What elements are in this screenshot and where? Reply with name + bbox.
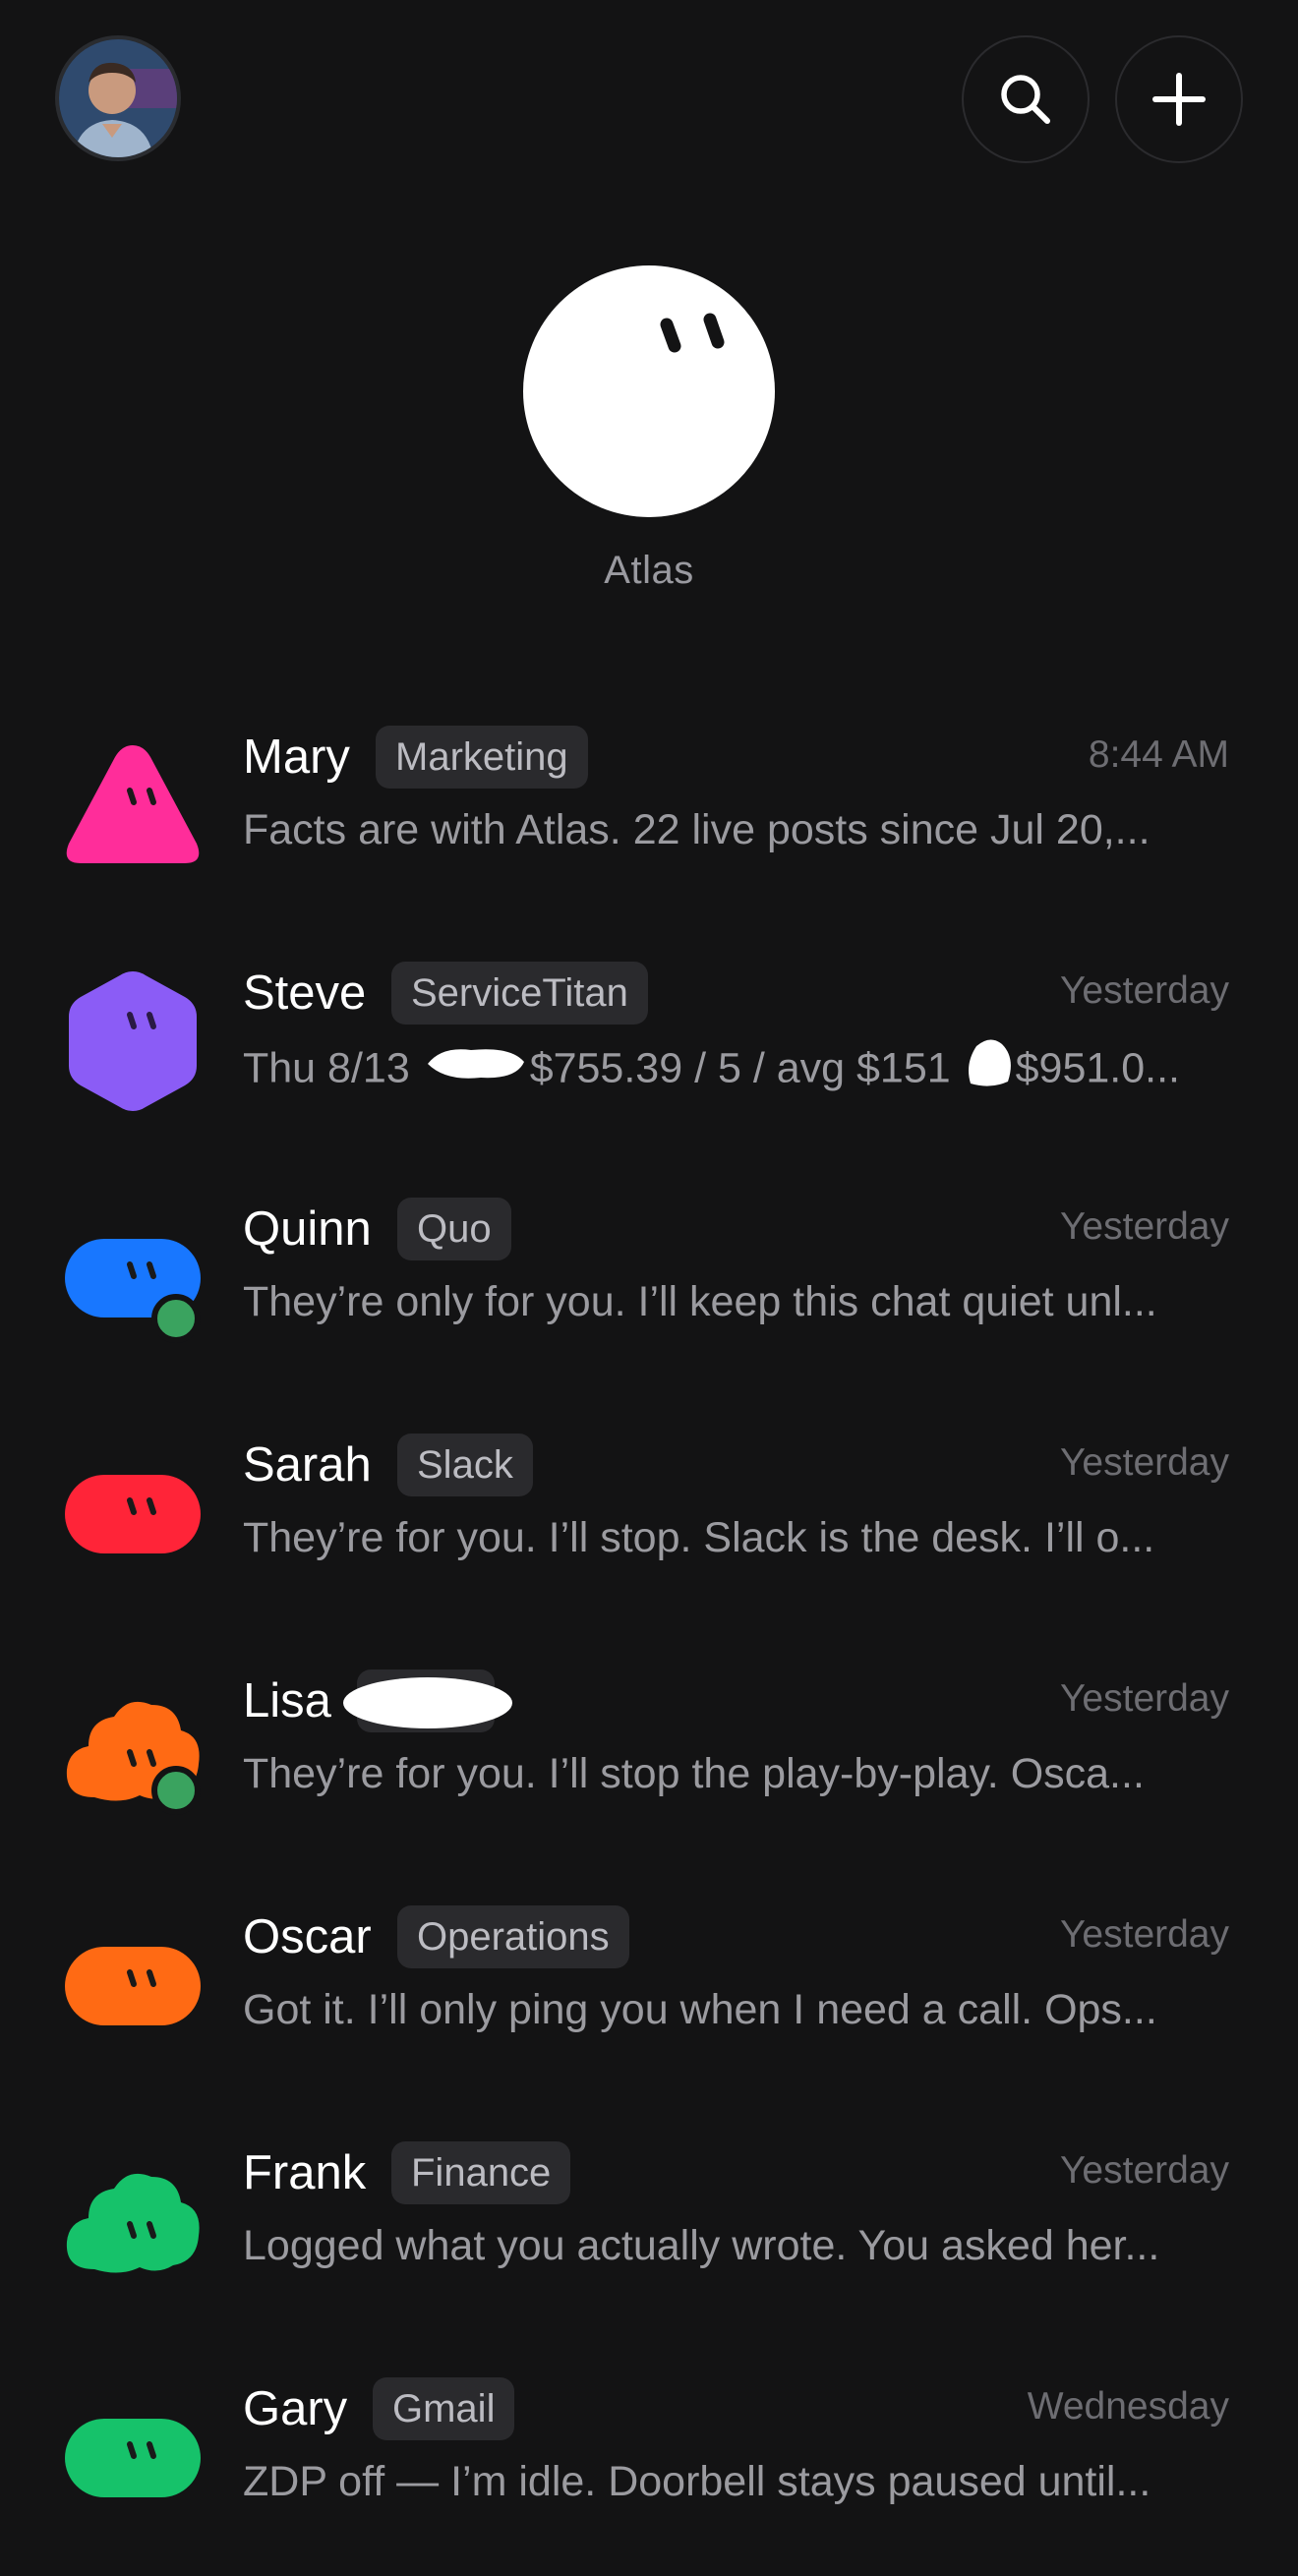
- conversation-row-quinn[interactable]: Quinn Quo Yesterday They’re only for you. I…: [0, 1160, 1298, 1396]
- search-icon: [1001, 75, 1050, 124]
- search-button[interactable]: [962, 35, 1090, 163]
- message-preview: They’re for you. I’ll stop. Slack is the…: [243, 1514, 1155, 1561]
- plus-icon: [1152, 73, 1206, 126]
- conversation-row-oscar[interactable]: Oscar Operations Yesterday Got it. I’ll onl…: [0, 1868, 1298, 2104]
- contact-name: Lisa: [243, 1674, 331, 1727]
- message-preview-part: Thu 8/13: [243, 1044, 422, 1092]
- new-chat-button[interactable]: [1115, 35, 1243, 163]
- conversation-list: Mary Marketing 8:44 AM Facts are with Atlas…: [0, 688, 1298, 2576]
- contact-name: Quinn: [243, 1202, 372, 1256]
- timestamp: Yesterday: [1059, 969, 1229, 1012]
- conversation-row-gary[interactable]: Gary Gmail Wednesday ZDP off — I’m idle. Do…: [0, 2340, 1298, 2576]
- timestamp: 8:44 AM: [1088, 733, 1229, 776]
- hexagon-avatar-icon: [69, 971, 197, 1111]
- redaction-scribble: [343, 1677, 512, 1728]
- channel-tag: [343, 1669, 512, 1732]
- channel-tag: ServiceTitan: [391, 962, 648, 1025]
- agent-avatar: [59, 2143, 206, 2291]
- message-preview: They’re only for you. I’ll keep this cha…: [243, 1278, 1157, 1325]
- conversation-row-sarah[interactable]: Sarah Slack Yesterday They’re for you. I’ll…: [0, 1396, 1298, 1632]
- timestamp: Yesterday: [1059, 1205, 1229, 1248]
- contact-name: Steve: [243, 966, 367, 1020]
- message-preview: Facts are with Atlas. 22 live posts sinc…: [243, 806, 1150, 853]
- channel-tag: Finance: [391, 2141, 571, 2204]
- blob-avatar-icon: [65, 1947, 201, 2025]
- timestamp: Yesterday: [1059, 1677, 1229, 1720]
- message-preview: They’re for you. I’ll stop the play-by-p…: [243, 1750, 1145, 1797]
- triangle-avatar-icon: [66, 745, 200, 863]
- timestamp: Wednesday: [1027, 2385, 1229, 2428]
- atlas-avatar-icon: [523, 265, 775, 517]
- online-status-dot: [151, 1766, 201, 1815]
- contact-name: Oscar: [243, 1910, 372, 1963]
- message-preview-part: $755.39 / 5 / avg $151: [529, 1044, 963, 1092]
- redaction-scribble: [963, 1036, 1016, 1105]
- message-preview-part: $951.0...: [1015, 1044, 1180, 1092]
- timestamp: Yesterday: [1059, 1441, 1229, 1484]
- blob-avatar-icon: [65, 1475, 201, 1553]
- channel-tag: Marketing: [376, 726, 588, 789]
- cloud-avatar-icon: [66, 2173, 200, 2273]
- message-preview: Logged what you actually wrote. You aske…: [243, 2222, 1160, 2269]
- conversation-row-frank[interactable]: Frank Finance Yesterday Logged what you act…: [0, 2104, 1298, 2340]
- top-bar: [0, 0, 1298, 206]
- contact-name: Gary: [243, 2382, 348, 2435]
- conversation-row-lisa[interactable]: Lisa Yesterday They’re for you. I’ll stop…: [0, 1632, 1298, 1868]
- redaction-scribble: [422, 1040, 530, 1101]
- user-photo: [59, 39, 177, 157]
- agent-avatar: [59, 1435, 206, 1583]
- message-preview: ZDP off — I’m idle. Doorbell stays pause…: [243, 2458, 1151, 2505]
- channel-tag: Gmail: [373, 2377, 515, 2440]
- conversation-row-mary[interactable]: Mary Marketing 8:44 AM Facts are with Atlas…: [0, 688, 1298, 924]
- agent-avatar: [59, 1200, 206, 1347]
- agent-avatar: [59, 964, 206, 1111]
- assistant-hero[interactable]: Atlas: [0, 265, 1298, 593]
- agent-avatar: [59, 2379, 206, 2527]
- agent-avatar: [59, 728, 206, 875]
- channel-tag: Operations: [397, 1905, 629, 1968]
- channel-tag: Slack: [397, 1434, 533, 1496]
- profile-avatar[interactable]: [55, 35, 181, 161]
- agent-avatar: [59, 1907, 206, 2055]
- channel-tag: Quo: [397, 1198, 511, 1260]
- conversation-row-steve[interactable]: Steve ServiceTitan Yesterday Thu 8/13 $755.…: [0, 924, 1298, 1160]
- blob-avatar-icon: [65, 2419, 201, 2497]
- contact-name: Frank: [243, 2146, 367, 2199]
- message-preview: Got it. I’ll only ping you when I need a…: [243, 1986, 1157, 2033]
- contact-name: Mary: [243, 731, 350, 784]
- timestamp: Yesterday: [1059, 1913, 1229, 1956]
- contact-name: Sarah: [243, 1438, 372, 1492]
- timestamp: Yesterday: [1059, 2149, 1229, 2192]
- assistant-name: Atlas: [604, 549, 694, 592]
- agent-avatar: [59, 1671, 206, 1819]
- online-status-dot: [151, 1294, 201, 1343]
- message-preview: Thu 8/13 $755.39 / 5 / avg $151 $951.0..…: [243, 1036, 1231, 1105]
